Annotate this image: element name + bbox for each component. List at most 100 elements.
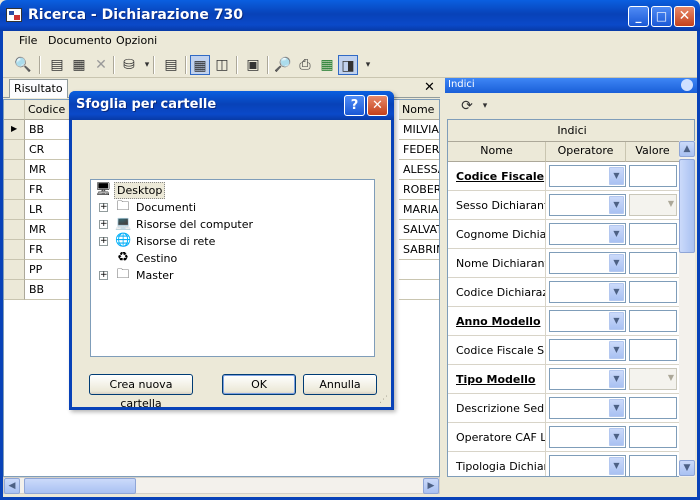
cell-nome[interactable]: ROBER — [399, 180, 439, 200]
tree-node-label[interactable]: Master — [134, 267, 176, 284]
ok-button[interactable]: OK — [222, 374, 296, 395]
menu-opzioni[interactable]: Opzioni — [116, 34, 157, 47]
row-selector[interactable] — [4, 240, 25, 260]
chevron-down-icon[interactable]: ▼ — [609, 196, 624, 214]
edit-doc-icon[interactable]: ▤ — [47, 55, 67, 75]
document-icon[interactable]: ▤ — [161, 55, 181, 75]
scroll-down-icon[interactable]: ▼ — [679, 460, 695, 476]
properties-icon[interactable]: ▦ — [69, 55, 89, 75]
cell-codice[interactable]: PP — [25, 260, 75, 280]
print-preview-icon[interactable]: 🔎 — [273, 55, 293, 75]
refresh-dropdown-icon[interactable]: ▾ — [475, 96, 495, 116]
column-header-operatore[interactable]: Operatore — [546, 142, 626, 162]
value-field[interactable] — [629, 397, 677, 419]
search-icon[interactable]: 🔍 — [13, 55, 33, 75]
tree-node[interactable]: + 💻 Risorse del computer — [91, 216, 374, 233]
tree-node[interactable]: 🖥 Desktop — [91, 182, 374, 199]
operator-combo[interactable]: ▼ — [549, 455, 626, 476]
resize-grip-icon[interactable]: ⋰ — [379, 395, 389, 405]
chevron-down-icon[interactable]: ▼ — [609, 399, 624, 417]
row-selector[interactable] — [4, 140, 25, 160]
tree-node[interactable]: + 🗀 Documenti — [91, 199, 374, 216]
value-field[interactable] — [629, 223, 677, 245]
cell-nome[interactable]: MARIA — [399, 200, 439, 220]
cell-codice[interactable]: MR — [25, 220, 75, 240]
maximize-button[interactable]: □ — [651, 6, 672, 27]
menu-file[interactable]: File — [19, 34, 37, 47]
new-folder-button[interactable]: Crea nuova cartella — [89, 374, 193, 410]
cell-codice[interactable]: FR — [25, 240, 75, 260]
cell-codice[interactable]: MR — [25, 160, 75, 180]
pane-splitter[interactable] — [440, 78, 445, 494]
chevron-down-icon[interactable]: ▼ — [609, 283, 624, 301]
pin-icon[interactable] — [681, 79, 693, 91]
scroll-up-icon[interactable]: ▲ — [679, 141, 695, 157]
close-button[interactable]: ✕ — [674, 6, 695, 27]
value-field[interactable] — [629, 252, 677, 274]
layout-icon[interactable]: ◨ — [338, 55, 358, 75]
help-button[interactable]: ? — [344, 95, 365, 116]
scroll-left-icon[interactable]: ◀ — [4, 478, 20, 494]
chevron-down-icon[interactable]: ▼ — [609, 254, 624, 272]
close-result-icon[interactable]: ✕ — [424, 80, 435, 95]
expand-icon[interactable]: + — [99, 203, 108, 212]
tree-node-label[interactable]: Risorse di rete — [134, 233, 217, 250]
row-selector[interactable] — [4, 180, 25, 200]
operator-combo[interactable]: ▼ — [549, 252, 626, 274]
cell-nome[interactable] — [399, 280, 439, 300]
tree-node-label[interactable]: Desktop — [114, 182, 166, 199]
chevron-down-icon[interactable]: ▼ — [609, 225, 624, 243]
scroll-right-icon[interactable]: ▶ — [423, 478, 439, 494]
cell-nome[interactable]: FEDERI — [399, 140, 439, 160]
value-combo[interactable]: ▼ — [629, 194, 677, 216]
operator-combo[interactable]: ▼ — [549, 339, 626, 361]
chevron-down-icon[interactable]: ▼ — [609, 370, 624, 388]
cell-nome[interactable]: SALVAT — [399, 220, 439, 240]
cell-nome[interactable]: ALESSA — [399, 160, 439, 180]
tree-node-label[interactable]: Risorse del computer — [134, 216, 255, 233]
column-header-valore[interactable]: Valore — [626, 142, 680, 162]
operator-combo[interactable]: ▼ — [549, 223, 626, 245]
row-selector[interactable] — [4, 160, 25, 180]
operator-combo[interactable]: ▼ — [549, 165, 626, 187]
operator-combo[interactable]: ▼ — [549, 368, 626, 390]
vertical-scroll-thumb[interactable] — [679, 159, 695, 253]
dialog-close-button[interactable]: ✕ — [367, 95, 388, 116]
operator-combo[interactable]: ▼ — [549, 310, 626, 332]
expand-icon[interactable]: + — [99, 271, 108, 280]
cancel-button[interactable]: Annulla — [303, 374, 377, 395]
vertical-scrollbar[interactable]: ▲ ▼ — [679, 141, 695, 477]
row-selector[interactable]: ▶ — [4, 120, 25, 140]
chevron-down-icon[interactable]: ▼ — [609, 341, 624, 359]
operator-combo[interactable]: ▼ — [549, 397, 626, 419]
tree-node[interactable]: + 🌐 Risorse di rete — [91, 233, 374, 250]
column-header-nome[interactable]: Nome — [399, 100, 439, 120]
refresh-icon[interactable]: ⟳ — [457, 96, 477, 116]
chevron-down-icon[interactable]: ▼ — [609, 167, 624, 185]
value-field[interactable] — [629, 310, 677, 332]
value-field[interactable] — [629, 281, 677, 303]
chevron-down-icon[interactable]: ▼ — [609, 312, 624, 330]
cell-nome[interactable]: SABRIN — [399, 240, 439, 260]
cell-codice[interactable]: BB — [25, 120, 75, 140]
column-header-nome-indice[interactable]: Nome — [448, 142, 546, 162]
form-view-icon[interactable]: ◫ — [212, 55, 232, 75]
folder-tree[interactable]: 🖥 Desktop + 🗀 Documenti + 💻 Risorse del compute… — [90, 179, 375, 357]
layout-dropdown-icon[interactable]: ▾ — [358, 55, 378, 75]
panel-icon[interactable]: ▣ — [243, 55, 263, 75]
value-field[interactable] — [629, 165, 677, 187]
scroll-thumb[interactable] — [24, 478, 136, 494]
cell-codice[interactable]: CR — [25, 140, 75, 160]
tree-node[interactable]: ♻ Cestino — [91, 250, 374, 267]
value-combo[interactable]: ▼ — [629, 368, 677, 390]
delete-icon[interactable]: ✕ — [91, 55, 111, 75]
value-field[interactable] — [629, 426, 677, 448]
grid-view-icon[interactable]: ▦ — [190, 55, 210, 75]
tree-node[interactable]: + 🗀 Master — [91, 267, 374, 284]
cell-codice[interactable]: LR — [25, 200, 75, 220]
operator-combo[interactable]: ▼ — [549, 281, 626, 303]
cell-codice[interactable]: FR — [25, 180, 75, 200]
horizontal-scrollbar[interactable]: ◀ ▶ — [3, 477, 440, 494]
expand-icon[interactable]: + — [99, 237, 108, 246]
minimize-button[interactable]: _ — [628, 6, 649, 27]
